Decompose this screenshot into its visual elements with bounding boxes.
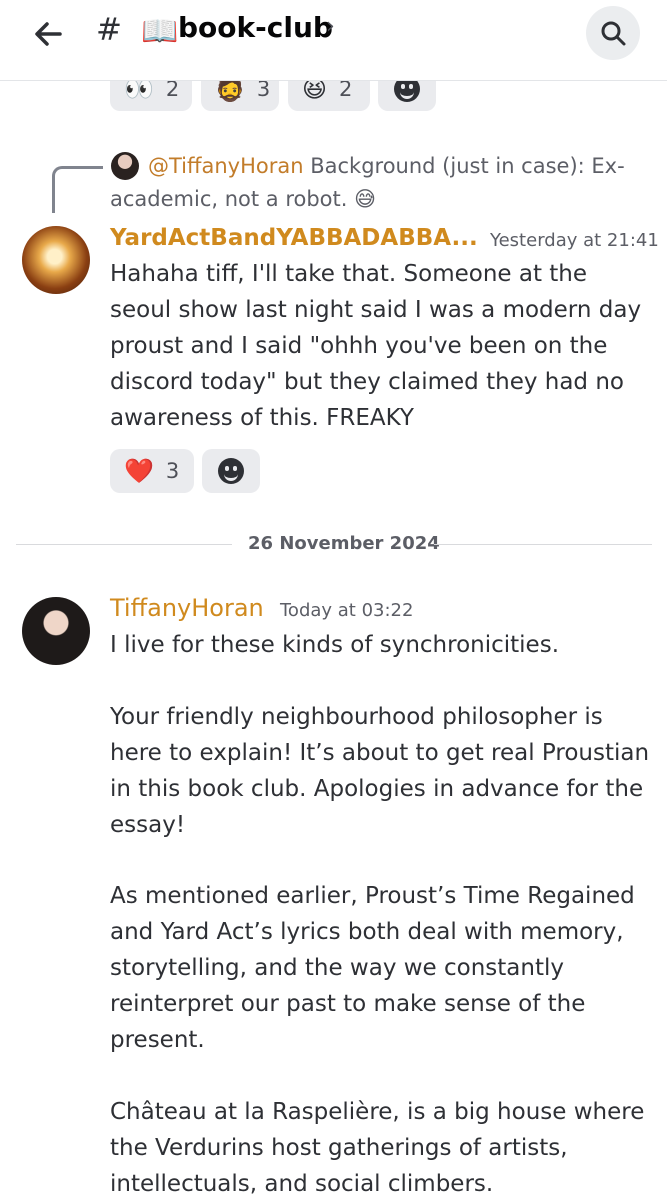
divider-line <box>434 544 652 545</box>
message-paragraph: I live for these kinds of synchronicitie… <box>110 632 560 658</box>
message-paragraph: Your friendly neighbourhood philosopher … <box>110 704 650 838</box>
message-paragraph: As mentioned earlier, Proust’s Time Rega… <box>110 883 635 1053</box>
search-button[interactable] <box>586 6 640 60</box>
back-arrow-icon[interactable] <box>28 14 68 54</box>
message-paragraph: Château at la Raspelière, is a big house… <box>110 1099 645 1197</box>
book-emoji-icon: 📖 <box>141 14 179 49</box>
chevron-right-icon[interactable]: › <box>326 14 335 39</box>
add-reaction-button[interactable] <box>202 449 260 493</box>
channel-hash-icon: # <box>96 12 122 48</box>
reaction-heart[interactable]: ❤️ 3 <box>110 449 194 493</box>
reply-mention[interactable]: @TiffanyHoran <box>148 154 304 178</box>
message-timestamp: Yesterday at 21:41 <box>490 230 659 251</box>
message-text: Hahaha tiff, I'll take that. Someone at … <box>110 261 642 431</box>
message-username[interactable]: YardActBandYABBADABBA... <box>110 225 478 251</box>
reply-preview[interactable]: @TiffanyHoran Background (just in case):… <box>110 150 630 216</box>
avatar[interactable] <box>22 597 90 665</box>
message-username[interactable]: TiffanyHoran <box>110 594 264 622</box>
message-timestamp: Today at 03:22 <box>280 600 414 621</box>
reply-connector <box>52 166 103 213</box>
channel-name[interactable]: book-club <box>178 11 333 44</box>
divider-line <box>16 544 232 545</box>
search-icon <box>601 21 626 46</box>
date-divider: 26 November 2024 <box>248 533 440 554</box>
channel-header: # 📖 book-club › <box>0 0 667 81</box>
avatar[interactable] <box>22 226 90 294</box>
